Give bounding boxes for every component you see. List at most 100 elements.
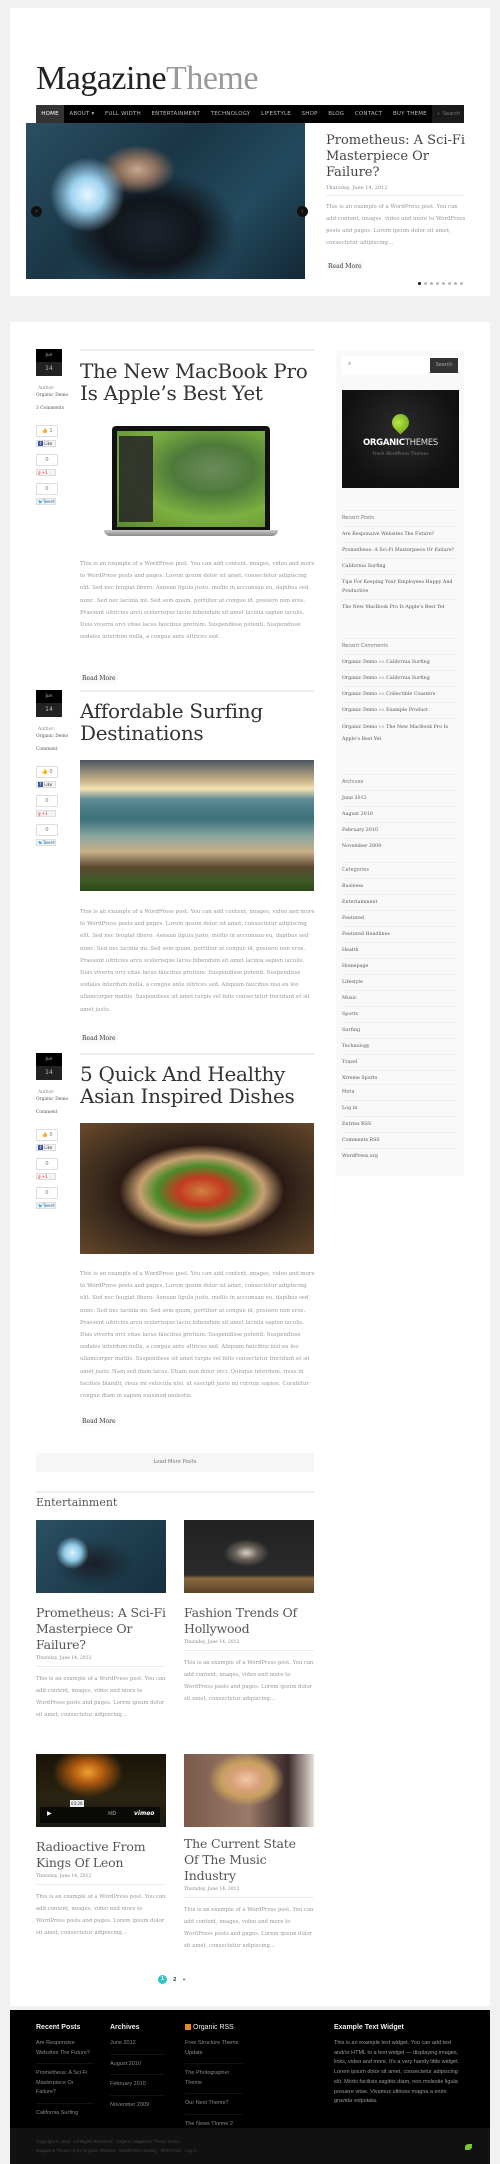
video-thumbnail[interactable]: ▶ 03:26 HD vimeo (36, 1754, 166, 1827)
nav-home[interactable]: HOME (36, 105, 65, 123)
category-link[interactable]: Featured Headlines (342, 927, 458, 943)
nav-blog[interactable]: BLOG (323, 105, 350, 123)
slider-dot[interactable] (436, 282, 439, 285)
slider-dot[interactable] (442, 282, 445, 285)
footer-credits[interactable]: Magazine Theme v4 by Organic Themes · Wo… (36, 2147, 197, 2156)
nav-entertainment[interactable]: ENTERTAINMENT (146, 105, 205, 123)
footer-rss-link[interactable]: Free Structure Theme Update (185, 2039, 243, 2065)
sidebar-search-input[interactable]: ⌕ Search (342, 356, 458, 374)
category-link[interactable]: Surfing (342, 1023, 458, 1039)
meta-link[interactable]: WordPress.org (342, 1149, 458, 1164)
slider-title[interactable]: Prometheus: A Sci-Fi Masterpiece Or Fail… (326, 133, 466, 181)
post-image[interactable] (80, 426, 314, 538)
nav-full-width[interactable]: FULL WIDTH (100, 105, 146, 123)
sidebar-search-button[interactable]: Search (430, 358, 458, 373)
footer-rss-link[interactable]: The Photographer Theme (185, 2069, 243, 2095)
post-title[interactable]: The New MacBook Pro Is Apple’s Best Yet (80, 360, 318, 404)
nav-buy-theme[interactable]: BUY THEME (388, 105, 433, 123)
footer-post-link[interactable]: Prometheus: A Sci-Fi Masterpiece Or Fail… (36, 2069, 94, 2104)
page-2-link[interactable]: 2 (173, 1977, 176, 1983)
slider-read-more[interactable]: Read More (326, 261, 364, 272)
leaf-icon[interactable] (465, 2144, 472, 2150)
recent-post-link[interactable]: Are Responsive Websites The Future? (342, 527, 458, 543)
comments-link[interactable]: 3 Comments (36, 405, 76, 412)
archive-link[interactable]: February 2010 (342, 823, 458, 839)
nav-technology[interactable]: TECHNOLOGY (205, 105, 255, 123)
category-link[interactable]: Business (342, 879, 458, 895)
tweet-button[interactable]: 🐦Tweet (36, 498, 56, 505)
footer-archive-link[interactable]: June 2012 (110, 2039, 165, 2055)
meta-link[interactable]: Comments RSS (342, 1133, 458, 1149)
facebook-like-button[interactable]: f Like (36, 1144, 56, 1151)
slider-dot[interactable] (454, 282, 457, 285)
card-title[interactable]: Radioactive From Kings Of Leon (36, 1839, 166, 1871)
facebook-like-button[interactable]: f Like (36, 781, 56, 788)
category-link[interactable]: Lifestyle (342, 975, 458, 991)
category-link[interactable]: Travel (342, 1055, 458, 1071)
page-current[interactable]: 1 (158, 1975, 167, 1984)
nav-contact[interactable]: CONTACT (350, 105, 388, 123)
recent-post-link[interactable]: The New MacBook Pro Is Apple’s Best Yet (342, 600, 458, 615)
gplus-button[interactable]: g +1 (36, 469, 56, 476)
nav-about[interactable]: ABOUT ▾ (64, 105, 100, 123)
recent-post-link[interactable]: California Surfing (342, 559, 458, 575)
facebook-like-button[interactable]: f Like (36, 440, 56, 447)
card-title[interactable]: Fashion Trends Of Hollywood (184, 1605, 314, 1637)
card-image[interactable] (184, 1754, 314, 1827)
nav-lifestyle[interactable]: LIFESTYLE (256, 105, 296, 123)
footer-archive-link[interactable]: February 2010 (110, 2080, 165, 2096)
nav-shop[interactable]: SHOP (296, 105, 323, 123)
tweet-button[interactable]: 🐦Tweet (36, 1202, 56, 1209)
tweet-button[interactable]: 🐦Tweet (36, 839, 56, 846)
video-hd[interactable]: HD (108, 1811, 116, 1817)
vimeo-logo[interactable]: vimeo (134, 1810, 154, 1817)
category-link[interactable]: Music (342, 991, 458, 1007)
category-link[interactable]: Health (342, 943, 458, 959)
card-title[interactable]: Prometheus: A Sci-Fi Masterpiece Or Fail… (36, 1605, 166, 1653)
meta-link[interactable]: Entries RSS (342, 1117, 458, 1133)
organic-themes-ad[interactable]: ORGANICTHEMES Fresh WordPress Themes (342, 390, 459, 488)
gplus-button[interactable]: g +1 (36, 1173, 56, 1180)
slider-image[interactable] (26, 123, 305, 279)
post-image[interactable] (80, 760, 314, 891)
slider-dot[interactable] (424, 282, 427, 285)
card-image[interactable] (184, 1520, 314, 1593)
slider-next-button[interactable]: › (297, 206, 308, 217)
author-link[interactable]: Organic Demo (36, 392, 76, 399)
footer-archive-link[interactable]: November 2009 (110, 2101, 165, 2116)
archive-link[interactable]: June 2012 (342, 791, 458, 807)
read-more-link[interactable]: Read More (80, 1416, 118, 1427)
footer-rss-link[interactable]: Our Next Theme? (185, 2099, 243, 2115)
category-link[interactable]: Featured (342, 911, 458, 927)
comments-link[interactable]: Comment (36, 1109, 76, 1116)
author-link[interactable]: Organic Demo (36, 733, 76, 740)
meta-link[interactable]: Log in (342, 1101, 458, 1117)
slider-prev-button[interactable]: ‹ (31, 206, 42, 217)
footer-archive-link[interactable]: August 2010 (110, 2060, 165, 2076)
category-link[interactable]: Sports (342, 1007, 458, 1023)
comments-link[interactable]: Comment (36, 746, 76, 753)
category-link[interactable]: Homepage (342, 959, 458, 975)
slider-dot[interactable] (460, 282, 463, 285)
nav-search-input[interactable]: ⌕ Search (432, 105, 464, 123)
post-title[interactable]: Affordable Surfing Destinations (80, 700, 318, 744)
gplus-button[interactable]: g +1 (36, 810, 56, 817)
slider-dot[interactable] (430, 282, 433, 285)
archive-link[interactable]: August 2010 (342, 807, 458, 823)
archive-link[interactable]: November 2009 (342, 839, 458, 854)
read-more-link[interactable]: Read More (80, 1033, 118, 1044)
recent-post-link[interactable]: Tips For Keeping Your Employees Happy An… (342, 575, 458, 600)
category-link[interactable]: Technology (342, 1039, 458, 1055)
author-link[interactable]: Organic Demo (36, 1096, 76, 1103)
play-icon[interactable]: ▶ (47, 1810, 52, 1817)
footer-post-link[interactable]: California Surfing (36, 2109, 94, 2124)
site-logo[interactable]: MagazineTheme (36, 60, 258, 98)
next-page-icon[interactable]: » (182, 1977, 185, 1983)
footer-post-link[interactable]: Are Responsive Websites The Future? (36, 2039, 94, 2065)
read-more-link[interactable]: Read More (80, 673, 118, 684)
card-image[interactable] (36, 1520, 166, 1593)
recent-post-link[interactable]: Prometheus: A Sci-Fi Masterpiece Or Fail… (342, 543, 458, 559)
load-more-button[interactable]: Load More Posts (36, 1453, 314, 1472)
slider-dot[interactable] (448, 282, 451, 285)
slider-dot[interactable] (418, 282, 421, 285)
